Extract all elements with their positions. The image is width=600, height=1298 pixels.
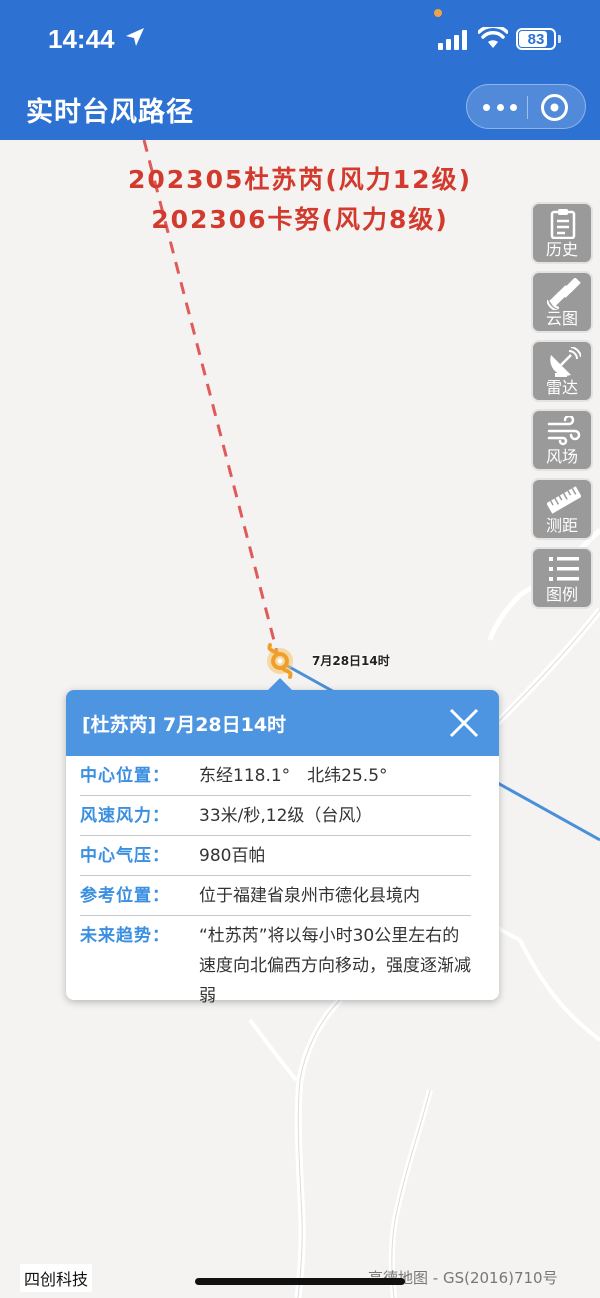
detail-key: 中心位置： — [80, 766, 170, 786]
detail-row-future-trend: 未来趋势： “杜苏芮”将以每小时30公里左右的速度向北偏西方向移动，强度逐渐减弱 — [80, 916, 471, 1015]
marker-time-label: 7月28日14时 — [312, 654, 390, 668]
tool-history-label: 历史 — [545, 240, 578, 259]
location-arrow-icon — [126, 28, 144, 46]
popup-pointer — [268, 678, 292, 690]
detail-value: 980百帕 — [199, 846, 266, 866]
popup-close-icon[interactable] — [448, 707, 480, 739]
tool-cloud-button[interactable]: 云图 — [531, 271, 593, 333]
close-circle-icon[interactable] — [541, 94, 568, 121]
battery-level: 83 — [527, 30, 545, 48]
tool-measure-button[interactable]: 测距 — [531, 478, 593, 540]
detail-row-pressure: 中心气压： 980百帕 — [80, 836, 471, 876]
map-toolbar: 历史 云图 雷达 风场 测距 图例 — [531, 202, 593, 616]
satellite-icon — [547, 278, 581, 310]
home-indicator — [195, 1278, 405, 1285]
detail-value: “杜苏芮”将以每小时30公里左右的速度向北偏西方向移动，强度逐渐减弱 — [199, 926, 471, 1006]
tool-measure-label: 测距 — [545, 516, 578, 535]
detail-key: 参考位置： — [80, 886, 170, 906]
tool-wind-label: 风场 — [545, 447, 578, 466]
cellular-signal-icon — [438, 30, 467, 50]
popup-title: [杜苏芮] 7月28日14时 — [82, 714, 287, 736]
wifi-icon — [478, 27, 508, 48]
tool-legend-label: 图例 — [545, 585, 578, 604]
clipboard-icon — [550, 209, 576, 239]
status-time: 14:44 — [48, 24, 115, 54]
typhoon-info-popup: [杜苏芮] 7月28日14时 中心位置： 东经118.1° 北纬25.5° 风速… — [66, 678, 499, 1006]
status-bar: 14:44 83 — [0, 0, 600, 84]
privacy-indicator-dot — [434, 9, 442, 17]
tool-radar-button[interactable]: 雷达 — [531, 340, 593, 402]
storm-label-1: 202305杜苏芮(风力12级) — [127, 165, 472, 194]
typhoon-marker-icon[interactable] — [267, 643, 293, 679]
detail-row-center-position: 中心位置： 东经118.1° 北纬25.5° — [80, 756, 471, 796]
radar-dish-icon — [550, 347, 581, 377]
tool-history-button[interactable]: 历史 — [531, 202, 593, 264]
ruler-icon — [547, 486, 581, 514]
wind-icon — [547, 416, 581, 446]
page-title: 实时台风路径 — [26, 97, 194, 128]
miniprogram-capsule — [466, 84, 586, 129]
detail-row-wind: 风速风力： 33米/秒,12级（台风） — [80, 796, 471, 836]
provider-label: 四创科技 — [20, 1264, 93, 1292]
list-icon — [549, 557, 579, 581]
detail-row-reference-position: 参考位置： 位于福建省泉州市德化县境内 — [80, 876, 471, 916]
detail-key: 未来趋势： — [80, 926, 170, 946]
detail-key: 风速风力： — [80, 806, 170, 826]
more-icon[interactable] — [483, 99, 517, 115]
popup-details: 中心位置： 东经118.1° 北纬25.5° 风速风力： 33米/秒,12级（台… — [66, 756, 499, 1015]
battery-indicator: 83 — [516, 28, 556, 50]
nav-bar: 实时台风路径 — [0, 84, 600, 140]
battery-cap — [558, 35, 561, 43]
map-view[interactable]: 202305杜苏芮(风力12级) 202306卡努(风力8级) 7月28日14时… — [0, 140, 600, 1298]
tool-cloud-label: 云图 — [545, 309, 578, 328]
popup-header: [杜苏芮] 7月28日14时 — [66, 690, 499, 756]
tool-radar-label: 雷达 — [545, 378, 578, 397]
detail-value: 位于福建省泉州市德化县境内 — [199, 886, 420, 906]
detail-key: 中心气压： — [80, 846, 170, 866]
detail-value: 33米/秒,12级（台风） — [199, 806, 373, 826]
tool-wind-button[interactable]: 风场 — [531, 409, 593, 471]
storm-label-2: 202306卡努(风力8级) — [151, 205, 449, 234]
detail-value: 东经118.1° 北纬25.5° — [199, 766, 388, 786]
tool-legend-button[interactable]: 图例 — [531, 547, 593, 609]
capsule-divider — [527, 96, 528, 119]
